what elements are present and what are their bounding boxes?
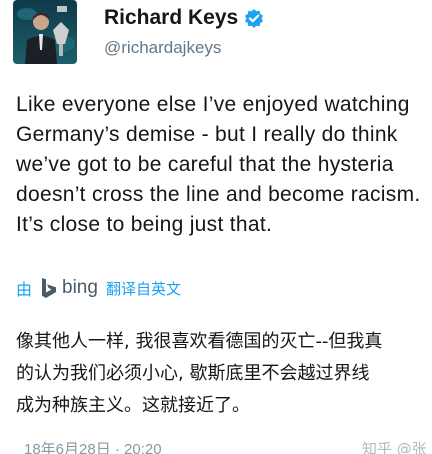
display-name[interactable]: Richard Keys: [104, 6, 238, 30]
watermark: 知乎 @张: [362, 440, 427, 454]
user-handle[interactable]: @richardajkeys: [104, 38, 221, 58]
tweet-text: Like everyone else I’ve enjoyed watching…: [16, 90, 432, 240]
tweet-text-line: doesn’t cross the line and become racism…: [16, 183, 421, 206]
tweet-text-line: Like everyone else I’ve enjoyed watching: [16, 93, 410, 116]
translated-text-line: 成为种族主义。这就接近了。: [16, 395, 250, 416]
by-label: 由: [16, 280, 33, 299]
avatar[interactable]: [13, 0, 77, 64]
tweet-timestamp[interactable]: 18年6月28日 · 20:20: [24, 438, 162, 454]
tweet-text-line: we’ve got to be careful that the hysteri…: [16, 153, 394, 176]
tweet-screen: Richard Keys @richardajkeys Like everyon…: [0, 0, 432, 454]
bing-wordmark: bing: [62, 277, 98, 298]
user-photo-avatar-icon: [13, 0, 77, 64]
translated-text-line: 的认为我们必须小心, 歇斯底里不会越过界线: [16, 363, 370, 384]
translated-text-line: 像其他人一样, 我很喜欢看德国的灭亡--但我真: [16, 331, 383, 352]
tweet-text-line: It’s close to being just that.: [16, 213, 273, 236]
verified-badge-icon: [244, 8, 264, 28]
author-name-row: Richard Keys: [104, 6, 264, 30]
translated-text: 像其他人一样, 我很喜欢看德国的灭亡--但我真 的认为我们必须小心, 歇斯底里不…: [16, 326, 432, 422]
translate-attribution[interactable]: 由 bing 翻译自英文: [16, 276, 181, 300]
tweet-text-line: Germany’s demise - but I really do think: [16, 123, 398, 146]
bing-logo-icon: [40, 277, 58, 299]
translated-from-label[interactable]: 翻译自英文: [106, 278, 181, 299]
